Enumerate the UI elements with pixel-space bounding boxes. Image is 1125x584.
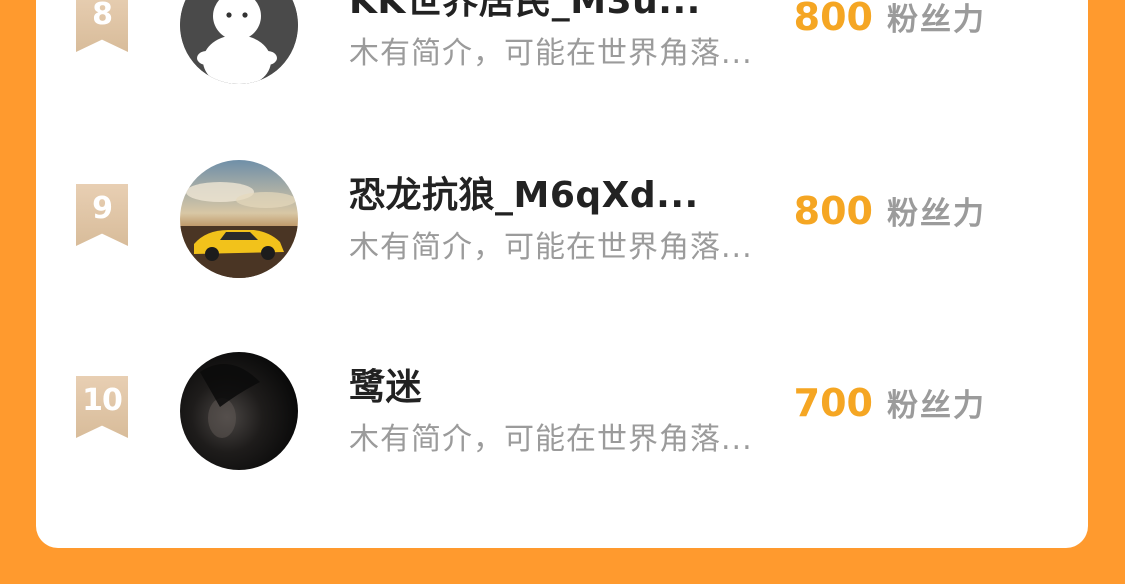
fan-power-label: 粉丝力 (887, 388, 986, 424)
user-description: 木有简介，可能在世界角落... (349, 422, 753, 457)
fan-power-value: 700 (793, 381, 873, 425)
fan-power-label: 粉丝力 (887, 196, 986, 232)
user-name[interactable]: 恐龙抗狼_M6qXd... (349, 166, 699, 218)
user-description: 木有简介，可能在世界角落... (349, 230, 753, 265)
rank-number: 8 (92, 0, 113, 32)
dark-portrait-photo (180, 352, 298, 470)
avatar[interactable] (180, 0, 298, 84)
list-item[interactable]: 10 鹭迷 木有简介，可能在世界角落... 700 粉丝力 (36, 352, 1088, 486)
rank-number: 10 (82, 383, 123, 418)
rank-flag-icon: 8 (76, 0, 128, 52)
default-person-avatar-icon (180, 0, 298, 84)
avatar[interactable] (180, 352, 298, 470)
rank-flag-icon: 10 (76, 376, 128, 438)
rank-number: 9 (92, 191, 113, 226)
fan-power: 800 粉丝力 (794, 188, 986, 233)
avatar[interactable] (180, 160, 298, 278)
list-item[interactable]: 8 KK世界居民_M3u... 木有简介，可能在世界角落... 800 粉丝力 (36, 0, 1088, 100)
fan-power: 700 粉丝力 (794, 380, 986, 425)
user-description: 木有简介，可能在世界角落... (349, 36, 753, 71)
user-name[interactable]: 鹭迷 (349, 358, 422, 410)
rank-flag-icon: 9 (76, 184, 128, 246)
fan-power: 800 粉丝力 (794, 0, 986, 39)
fan-power-label: 粉丝力 (887, 2, 986, 38)
yellow-car-landscape-photo (180, 160, 298, 278)
user-name[interactable]: KK世界居民_M3u... (349, 0, 701, 24)
fan-ranking-card: 8 KK世界居民_M3u... 木有简介，可能在世界角落... 800 粉丝力 … (36, 0, 1088, 548)
fan-power-value: 800 (793, 0, 873, 39)
fan-power-value: 800 (793, 189, 873, 233)
list-item[interactable]: 9 恐龙抗狼_M6qXd... 木有简介，可能在世界角落... 800 粉丝力 (36, 160, 1088, 294)
